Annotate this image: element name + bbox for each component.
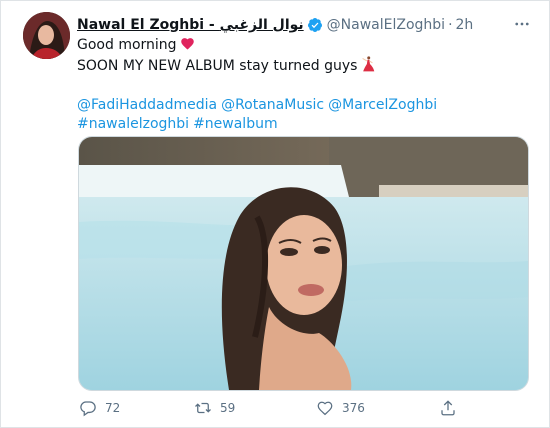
greeting-text: Good morning [77,37,177,53]
tweet-card[interactable]: Nawal El Zoghbi - نوال الزغبي @NawalElZo… [0,0,550,428]
red-heart-emoji [180,38,194,50]
verified-badge-icon [307,18,322,32]
tweet-line-1: Good morning [77,36,517,56]
mention-fadihaddadmedia[interactable]: @FadiHaddadmedia [77,97,217,113]
hashtag-nawalelzoghbi[interactable]: #nawalelzoghbi [77,116,189,132]
retweet-action[interactable]: 59 [194,399,235,417]
pool-portrait-image [79,137,528,390]
tweet-time[interactable]: 2h [456,17,474,33]
separator-dot: · [448,17,453,33]
avatar[interactable] [23,12,70,59]
retweet-icon [195,402,211,414]
tweet-text: Good morning SOON MY NEW ALBUM stay turn… [77,36,517,135]
retweet-count: 59 [220,401,236,415]
like-count: 376 [342,401,365,415]
hashtag-newalbum[interactable]: #newalbum [193,116,278,132]
tweet-photo[interactable] [78,136,529,391]
tweet-header: Nawal El Zoghbi - نوال الزغبي @NawalElZo… [77,15,473,35]
share-action[interactable] [439,399,457,417]
display-name[interactable]: Nawal El Zoghbi - نوال الزغبي [77,17,304,33]
mention-marcelzoghbi[interactable]: @MarcelZoghbi [328,97,437,113]
mention-rotanamusic[interactable]: @RotanaMusic [221,97,324,113]
tweet-actions: 72 59 376 [79,399,469,421]
album-text: SOON MY NEW ALBUM stay turned guys [77,57,358,74]
share-icon [441,400,455,416]
hashtags-line: #nawalelzoghbi #newalbum [77,115,517,135]
reply-count: 72 [105,401,121,415]
reply-icon [80,401,96,417]
mentions-line: @FadiHaddadmedia @RotanaMusic @MarcelZoghb… [77,96,517,116]
avatar-image [23,12,70,59]
like-icon [317,401,333,416]
dancer-emoji [362,55,375,71]
user-handle[interactable]: @NawalElZoghbi [327,17,445,33]
reply-action[interactable]: 72 [79,399,120,417]
tweet-line-2: SOON MY NEW ALBUM stay turned guys [77,55,517,77]
more-dots-icon[interactable] [513,15,531,37]
like-action[interactable]: 376 [316,399,365,417]
